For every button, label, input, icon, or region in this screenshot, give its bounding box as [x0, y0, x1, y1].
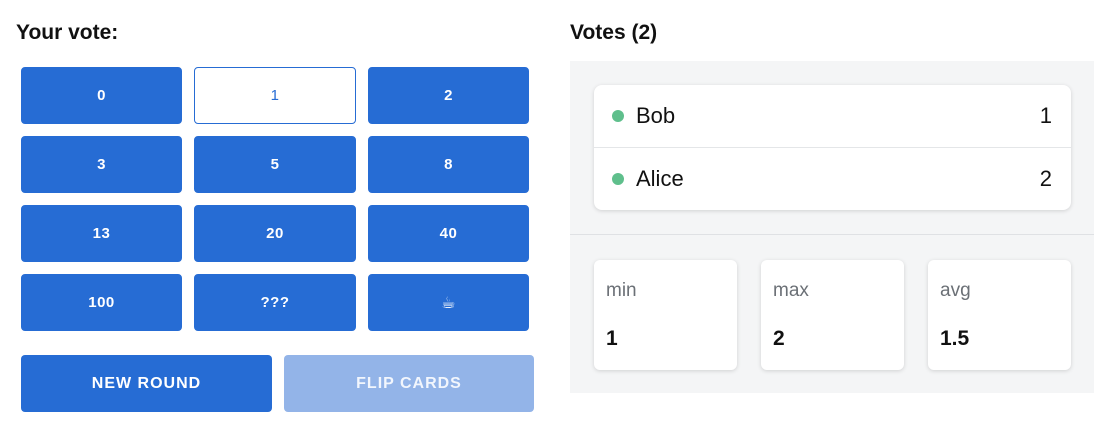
vote-card-20[interactable]: 20 — [194, 205, 356, 262]
your-vote-heading: Your vote: — [16, 21, 119, 44]
voter-vote: 1 — [1039, 103, 1052, 128]
stat-value: 1 — [606, 327, 618, 350]
stat-label: max — [773, 280, 809, 301]
vote-card-2[interactable]: 2 — [368, 67, 529, 124]
stat-label: avg — [940, 280, 971, 301]
divider — [570, 234, 1094, 235]
vote-card-unknown[interactable]: ??? — [194, 274, 356, 331]
stat-card-min: min 1 — [594, 260, 737, 370]
stat-value: 2 — [773, 327, 785, 350]
voter-name: Alice — [636, 165, 684, 191]
vote-card-coffee[interactable]: ☕ — [368, 274, 529, 331]
new-round-button[interactable]: NEW ROUND — [21, 355, 272, 412]
vote-card-8[interactable]: 8 — [368, 136, 529, 193]
vote-card-0[interactable]: 0 — [21, 67, 182, 124]
vote-row-bob: Bob 1 — [594, 85, 1071, 147]
votes-heading: Votes (2) — [570, 21, 658, 44]
stat-label: min — [606, 280, 637, 301]
flip-cards-button[interactable]: FLIP CARDS — [284, 355, 534, 412]
stat-card-avg: avg 1.5 — [928, 260, 1071, 370]
votes-list: Bob 1 Alice 2 — [594, 85, 1071, 210]
vote-card-grid: 0 1 2 3 5 8 13 20 40 100 ??? ☕ — [21, 67, 529, 331]
vote-card-40[interactable]: 40 — [368, 205, 529, 262]
coffee-icon: ☕ — [441, 294, 456, 312]
online-status-icon — [612, 110, 624, 122]
vote-card-1[interactable]: 1 — [194, 67, 356, 124]
voter-name: Bob — [636, 103, 676, 128]
voter-vote: 2 — [1039, 165, 1052, 191]
vote-card-13[interactable]: 13 — [21, 205, 182, 262]
vote-card-5[interactable]: 5 — [194, 136, 356, 193]
vote-card-3[interactable]: 3 — [21, 136, 182, 193]
vote-row-alice: Alice 2 — [594, 147, 1071, 209]
vote-card-100[interactable]: 100 — [21, 274, 182, 331]
votes-panel: Bob 1 Alice 2 min 1 max 2 avg 1.5 — [570, 61, 1094, 393]
stat-card-max: max 2 — [761, 260, 904, 370]
online-status-icon — [612, 172, 624, 185]
stat-value: 1.5 — [940, 327, 970, 350]
